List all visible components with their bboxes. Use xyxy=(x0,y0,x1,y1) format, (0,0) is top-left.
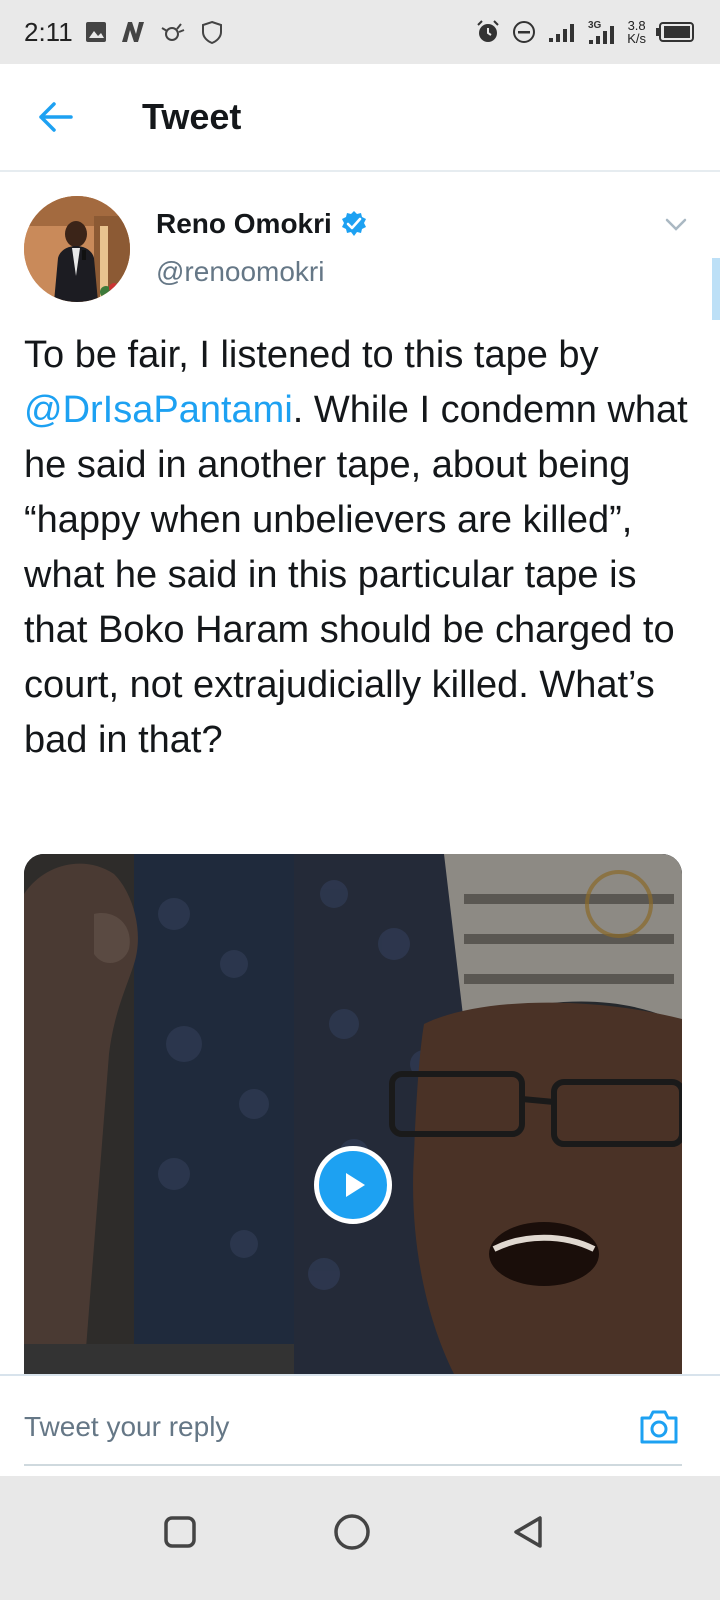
video-frame-image xyxy=(24,854,682,1374)
verified-badge-icon xyxy=(341,211,366,236)
net-speed: 3.8 K/s xyxy=(627,19,646,45)
svg-text:3G: 3G xyxy=(588,20,602,31)
reply-underline xyxy=(24,1464,682,1466)
tweet-text-part: To be fair, I listened to this tape by xyxy=(24,334,599,376)
tweet-options-button[interactable] xyxy=(656,210,696,240)
recents-button[interactable] xyxy=(150,1502,210,1562)
camera-button[interactable] xyxy=(634,1404,684,1450)
app-notification-icon xyxy=(159,18,189,46)
chevron-down-icon xyxy=(665,218,687,231)
back-button[interactable] xyxy=(24,85,88,149)
play-button[interactable] xyxy=(314,1146,392,1224)
triangle-back-icon xyxy=(514,1516,542,1548)
home-button[interactable] xyxy=(322,1502,382,1562)
news-notification-icon xyxy=(119,18,147,46)
tweet-text: To be fair, I listened to this tape by @… xyxy=(24,328,696,768)
status-time: 2:11 xyxy=(24,16,73,47)
tweet-text-part: . While I condemn what he said in anothe… xyxy=(24,389,688,761)
nav-back-button[interactable] xyxy=(498,1502,558,1562)
tweet-author: Reno Omokri @renoomokri xyxy=(24,196,696,306)
camera-icon xyxy=(640,1410,678,1444)
page-title: Tweet xyxy=(142,96,242,137)
shield-icon xyxy=(201,18,223,46)
arrow-left-icon xyxy=(39,102,73,132)
reply-input[interactable] xyxy=(24,1404,614,1450)
status-bar: 2:11 3G 3.8 K/s xyxy=(0,0,720,64)
play-icon xyxy=(346,1173,365,1197)
author-name-text: Reno Omokri xyxy=(156,208,332,239)
app-header: Tweet xyxy=(0,64,720,172)
signal-3g-icon: 3G xyxy=(587,18,617,46)
net-speed-unit: K/s xyxy=(627,31,646,46)
circle-icon xyxy=(334,1514,370,1550)
signal-icon xyxy=(547,18,577,46)
video-thumbnail[interactable] xyxy=(24,854,682,1374)
mention-link[interactable]: @DrIsaPantami xyxy=(24,389,293,431)
system-nav-bar xyxy=(0,1476,720,1600)
do-not-disturb-icon xyxy=(511,18,537,46)
author-name[interactable]: Reno Omokri xyxy=(156,208,368,240)
square-icon xyxy=(164,1516,196,1548)
avatar[interactable] xyxy=(24,196,130,302)
author-handle: @renoomokri xyxy=(156,256,325,287)
battery-icon xyxy=(656,18,696,46)
alarm-icon xyxy=(475,18,501,46)
gallery-notification-icon xyxy=(85,18,107,46)
reply-bar xyxy=(0,1374,720,1474)
scroll-indicator[interactable] xyxy=(712,258,720,320)
